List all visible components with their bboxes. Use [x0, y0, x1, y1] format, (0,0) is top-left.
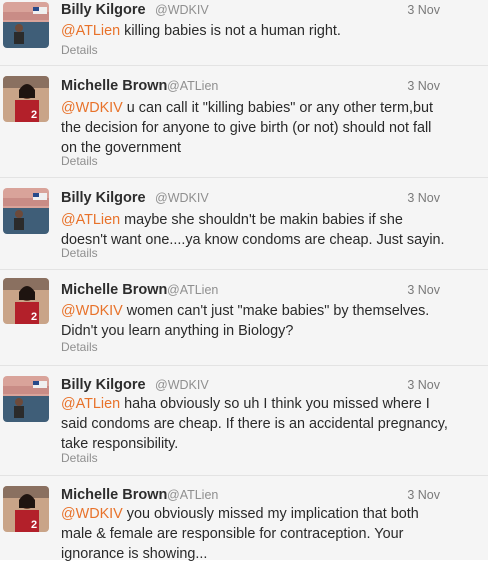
tweet-item[interactable]: 2 Michelle Brown @ATLien 3 Nov @WDKIV wo… [0, 270, 488, 366]
author-handle[interactable]: @WDKIV [155, 191, 209, 205]
author-handle[interactable]: @WDKIV [155, 378, 209, 392]
details-link[interactable]: Details [61, 451, 98, 465]
svg-text:2: 2 [31, 519, 37, 531]
tweet-date[interactable]: 3 Nov [407, 488, 440, 502]
tweet-header: Billy Kilgore @WDKIV 3 Nov [61, 2, 488, 22]
author-name[interactable]: Billy Kilgore [61, 377, 146, 393]
author-name[interactable]: Michelle Brown [61, 487, 167, 503]
author-handle[interactable]: @WDKIV [155, 3, 209, 17]
tweet-item[interactable]: 2 Michelle Brown @ATLien 3 Nov @WDKIV u … [0, 66, 488, 178]
details-link[interactable]: Details [61, 154, 98, 168]
author-name[interactable]: Billy Kilgore [61, 190, 146, 206]
tweet-header: Michelle Brown @ATLien 3 Nov [61, 78, 488, 98]
tweet-text: @WDKIV u can call it "killing babies" or… [61, 98, 451, 158]
tweet-text: @WDKIV you obviously missed my implicati… [61, 504, 451, 564]
avatar-billy-kilgore[interactable] [3, 2, 49, 48]
avatar-michelle-brown[interactable]: 2 [3, 486, 49, 532]
author-name[interactable]: Michelle Brown [61, 282, 167, 298]
mention-link[interactable]: @ATLien [61, 23, 120, 39]
tweet-text: @ATLien haha obviously so uh I think you… [61, 394, 451, 454]
tweet-date[interactable]: 3 Nov [407, 3, 440, 17]
mention-link[interactable]: @ATLien [61, 396, 120, 412]
tweet-text: @ATLien maybe she shouldn't be makin bab… [61, 210, 451, 250]
tweet-text: @ATLien killing babies is not a human ri… [61, 21, 451, 41]
tweet-item[interactable]: Billy Kilgore @WDKIV 3 Nov @ATLien killi… [0, 0, 488, 66]
tweet-text: @WDKIV women can't just "make babies" by… [61, 301, 451, 341]
tweet-date[interactable]: 3 Nov [407, 191, 440, 205]
avatar-billy-kilgore[interactable] [3, 376, 49, 422]
avatar-billy-kilgore[interactable] [3, 188, 49, 234]
tweet-item[interactable]: Billy Kilgore @WDKIV 3 Nov @ATLien maybe… [0, 178, 488, 270]
svg-text:2: 2 [31, 311, 37, 323]
tweet-item[interactable]: 2 Michelle Brown @ATLien 3 Nov @WDKIV yo… [0, 476, 488, 562]
details-link[interactable]: Details [61, 246, 98, 260]
mention-link[interactable]: @ATLien [61, 212, 120, 228]
details-link[interactable]: Details [61, 340, 98, 354]
tweet-message: killing babies is not a human right. [120, 23, 341, 39]
tweet-item[interactable]: Billy Kilgore @WDKIV 3 Nov @ATLien haha … [0, 366, 488, 476]
author-handle[interactable]: @ATLien [167, 283, 218, 297]
mention-link[interactable]: @WDKIV [61, 100, 123, 116]
tweet-date[interactable]: 3 Nov [407, 283, 440, 297]
tweet-date[interactable]: 3 Nov [407, 378, 440, 392]
mention-link[interactable]: @WDKIV [61, 506, 123, 522]
tweet-header: Michelle Brown @ATLien 3 Nov [61, 282, 488, 302]
avatar-michelle-brown[interactable]: 2 [3, 76, 49, 122]
details-link[interactable]: Details [61, 43, 98, 57]
tweet-message: haha obviously so uh I think you missed … [61, 396, 448, 452]
author-handle[interactable]: @ATLien [167, 79, 218, 93]
tweet-date[interactable]: 3 Nov [407, 79, 440, 93]
author-handle[interactable]: @ATLien [167, 488, 218, 502]
avatar-michelle-brown[interactable]: 2 [3, 278, 49, 324]
author-name[interactable]: Michelle Brown [61, 78, 167, 94]
tweet-header: Billy Kilgore @WDKIV 3 Nov [61, 190, 488, 210]
author-name[interactable]: Billy Kilgore [61, 2, 146, 18]
svg-text:2: 2 [31, 109, 37, 121]
mention-link[interactable]: @WDKIV [61, 303, 123, 319]
